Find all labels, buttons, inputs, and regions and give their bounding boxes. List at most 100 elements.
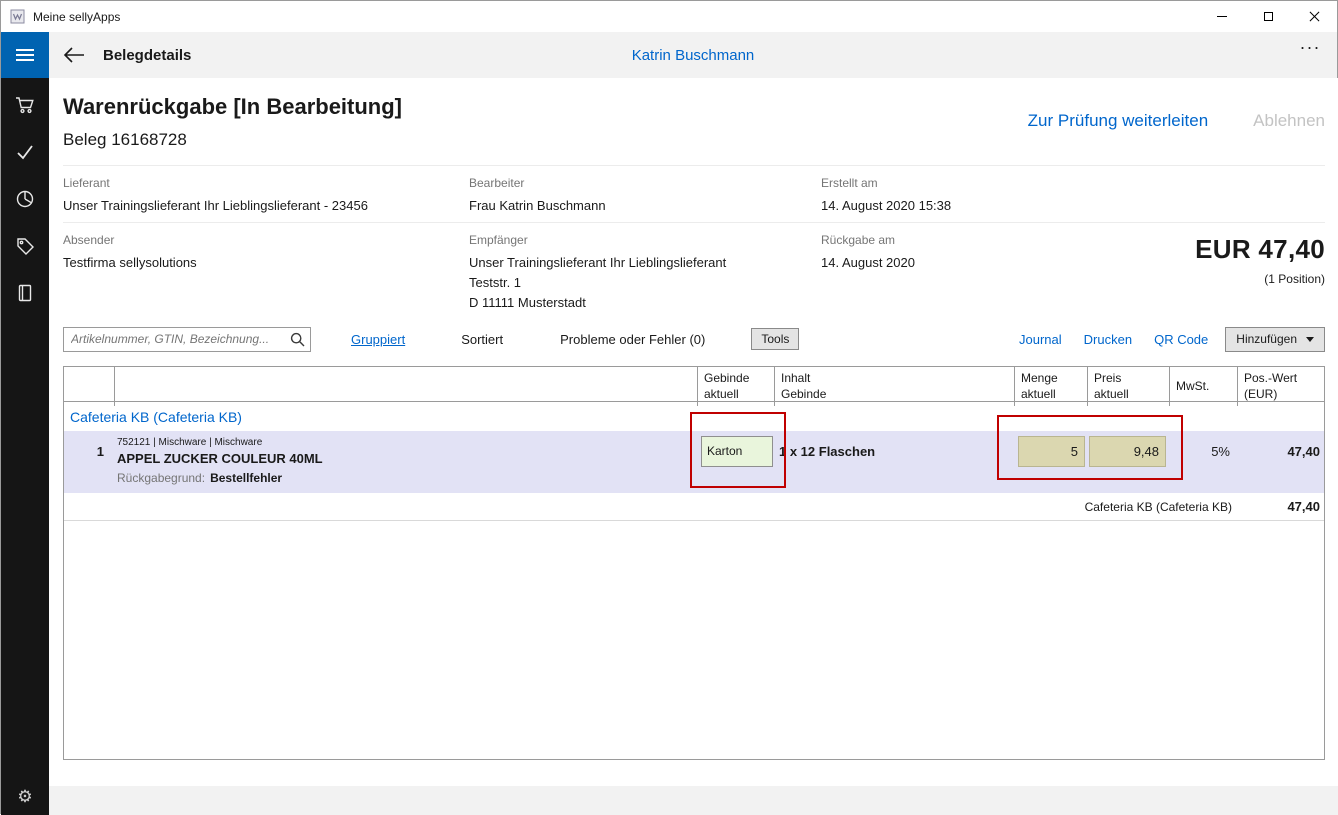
erstellt-label: Erstellt am bbox=[821, 176, 951, 190]
gear-icon: ⚙ bbox=[17, 788, 32, 805]
empfaenger-label: Empfänger bbox=[469, 233, 726, 247]
item-toolbar: Gruppiert Sortiert Probleme oder Fehler … bbox=[63, 326, 1325, 352]
close-icon bbox=[1308, 10, 1321, 23]
erstellt-value: 14. August 2020 15:38 bbox=[821, 196, 951, 216]
item-name: APPEL ZUCKER COULEUR 40ML bbox=[117, 451, 697, 466]
item-description-cell: 752121 | Mischware | Mischware APPEL ZUC… bbox=[114, 437, 697, 466]
rueckgabegrund-label: Rückgabegrund: bbox=[117, 471, 205, 493]
sidebar-item-promotions[interactable] bbox=[14, 236, 36, 256]
hinzufuegen-button[interactable]: Hinzufügen bbox=[1225, 327, 1325, 352]
total-block: EUR 47,40 (1 Position) bbox=[1195, 234, 1325, 286]
sidebar-nav: ⚙ bbox=[1, 78, 49, 815]
search-box bbox=[63, 327, 311, 352]
total-amount: EUR 47,40 bbox=[1195, 234, 1325, 265]
lieferant-value: Unser Trainingslieferant Ihr Lieblingsli… bbox=[63, 196, 368, 216]
tools-button[interactable]: Tools bbox=[751, 328, 799, 350]
total-positions: (1 Position) bbox=[1195, 272, 1325, 286]
chevron-down-icon bbox=[1306, 337, 1314, 342]
bottom-bar bbox=[49, 786, 1338, 815]
tag-icon bbox=[15, 236, 35, 256]
summary-group-name: Cafeteria KB (Cafeteria KB) bbox=[64, 500, 1237, 514]
preis-input[interactable] bbox=[1089, 436, 1166, 467]
window-controls bbox=[1199, 1, 1337, 32]
reject-link[interactable]: Ablehnen bbox=[1253, 111, 1325, 131]
inhalt-gebinde-value: 1 x 12 Flaschen bbox=[774, 444, 1014, 459]
rueckgabegrund-value: Bestellfehler bbox=[210, 471, 282, 493]
back-button[interactable] bbox=[63, 46, 85, 64]
sidebar-item-cart[interactable] bbox=[14, 95, 36, 115]
back-arrow-icon bbox=[63, 46, 85, 64]
header-pos-wert: Pos.-Wert(EUR) bbox=[1237, 367, 1326, 406]
app-window: Meine sellyApps Belegdetails Katrin Busc… bbox=[0, 0, 1338, 814]
sidebar-item-settings[interactable]: ⚙ bbox=[14, 788, 36, 805]
hamburger-menu-button[interactable] bbox=[1, 32, 49, 78]
table-header-row: Gebindeaktuell InhaltGebinde Mengeaktuel… bbox=[64, 367, 1324, 402]
header-menge: Mengeaktuell bbox=[1014, 367, 1087, 406]
bearbeiter-label: Bearbeiter bbox=[469, 176, 606, 190]
search-icon[interactable] bbox=[290, 332, 305, 347]
preis-cell bbox=[1087, 436, 1169, 467]
app-logo-icon bbox=[10, 9, 25, 24]
pos-wert-value: 47,40 bbox=[1237, 444, 1326, 459]
maximize-button[interactable] bbox=[1245, 1, 1291, 32]
drucken-link[interactable]: Drucken bbox=[1084, 332, 1132, 347]
journal-link[interactable]: Journal bbox=[1019, 332, 1062, 347]
summary-wert: 47,40 bbox=[1237, 499, 1326, 514]
info-row-2: Absender Testfirma sellysolutions Empfän… bbox=[63, 222, 1325, 326]
app-header-row: Belegdetails Katrin Buschmann ... bbox=[1, 32, 1337, 78]
document-number: Beleg 16168728 bbox=[63, 130, 187, 150]
sidebar-item-statistics[interactable] bbox=[14, 189, 36, 209]
hamburger-icon bbox=[16, 48, 34, 62]
item-position-number: 1 bbox=[64, 444, 114, 459]
gebinde-cell bbox=[697, 436, 774, 467]
header-inhalt: InhaltGebinde bbox=[774, 367, 1014, 406]
forward-review-link[interactable]: Zur Prüfung weiterleiten bbox=[1028, 111, 1208, 131]
app-header: Belegdetails Katrin Buschmann ... bbox=[49, 32, 1337, 78]
absender-label: Absender bbox=[63, 233, 197, 247]
header-mwst: MwSt. bbox=[1169, 367, 1237, 406]
group-summary-row: Cafeteria KB (Cafeteria KB) 47,40 bbox=[64, 493, 1324, 521]
pie-chart-icon bbox=[15, 189, 35, 209]
empfaenger-line-2: Teststr. 1 bbox=[469, 273, 726, 293]
bearbeiter-value: Frau Katrin Buschmann bbox=[469, 196, 606, 216]
page-title: Belegdetails bbox=[103, 47, 191, 64]
empfaenger-line-3: D 11111 Musterstadt bbox=[469, 293, 726, 313]
item-row-selected[interactable]: 1 752121 | Mischware | Mischware APPEL Z… bbox=[64, 431, 1324, 493]
header-user-link[interactable]: Katrin Buschmann bbox=[632, 47, 755, 64]
item-meta: 752121 | Mischware | Mischware bbox=[117, 437, 697, 448]
header-description bbox=[114, 367, 697, 406]
book-icon bbox=[15, 283, 35, 303]
group-title: Cafeteria KB (Cafeteria KB) bbox=[70, 409, 242, 425]
info-row-1: Lieferant Unser Trainingslieferant Ihr L… bbox=[63, 165, 1325, 222]
gruppiert-link[interactable]: Gruppiert bbox=[351, 332, 405, 347]
more-options-button[interactable]: ... bbox=[1300, 33, 1321, 54]
document-actions: Zur Prüfung weiterleiten Ablehnen bbox=[1028, 111, 1325, 131]
sidebar-item-tasks[interactable] bbox=[14, 142, 36, 162]
header-pos bbox=[64, 367, 114, 406]
lieferant-label: Lieferant bbox=[63, 176, 368, 190]
cart-icon bbox=[15, 95, 35, 115]
document-title: Warenrückgabe [In Bearbeitung] bbox=[63, 94, 402, 120]
positions-table: Gebindeaktuell InhaltGebinde Mengeaktuel… bbox=[63, 366, 1325, 760]
qr-code-link[interactable]: QR Code bbox=[1154, 332, 1208, 347]
group-header-row[interactable]: Cafeteria KB (Cafeteria KB) bbox=[64, 402, 1324, 431]
main-content: Warenrückgabe [In Bearbeitung] Beleg 161… bbox=[49, 78, 1338, 786]
close-button[interactable] bbox=[1291, 1, 1337, 32]
window-title: Meine sellyApps bbox=[33, 10, 120, 24]
sidebar-item-catalog[interactable] bbox=[14, 283, 36, 303]
header-preis: Preisaktuell bbox=[1087, 367, 1169, 406]
menge-cell bbox=[1014, 436, 1087, 467]
minimize-button[interactable] bbox=[1199, 1, 1245, 32]
gebinde-input[interactable] bbox=[701, 436, 773, 467]
rueckgabe-value: 14. August 2020 bbox=[821, 253, 915, 273]
probleme-link[interactable]: Probleme oder Fehler (0) bbox=[560, 332, 705, 347]
menge-input[interactable] bbox=[1018, 436, 1085, 467]
rueckgabe-label: Rückgabe am bbox=[821, 233, 915, 247]
empfaenger-line-1: Unser Trainingslieferant Ihr Lieblingsli… bbox=[469, 253, 726, 273]
absender-value: Testfirma sellysolutions bbox=[63, 253, 197, 273]
item-return-reason-row: Rückgabegrund: Bestellfehler bbox=[64, 471, 1324, 493]
sortiert-link[interactable]: Sortiert bbox=[461, 332, 503, 347]
hinzufuegen-label: Hinzufügen bbox=[1236, 332, 1297, 346]
window-titlebar: Meine sellyApps bbox=[1, 1, 1337, 32]
search-input[interactable] bbox=[64, 328, 310, 351]
